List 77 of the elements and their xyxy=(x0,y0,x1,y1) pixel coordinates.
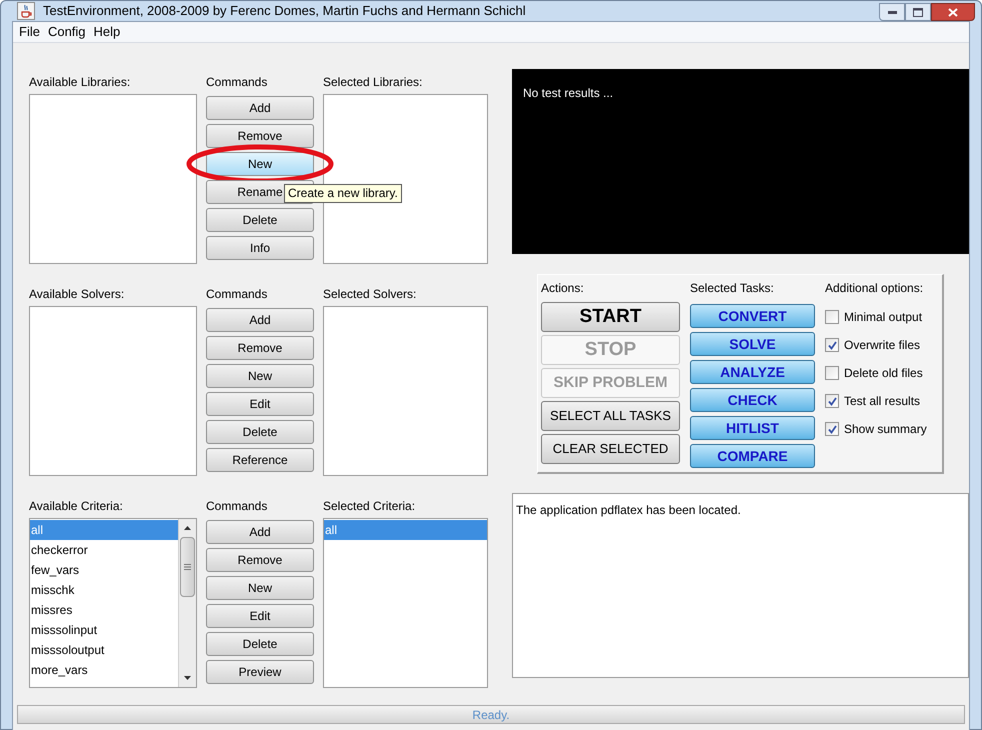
list-label: Available Criteria: xyxy=(29,498,124,514)
checkbox[interactable] xyxy=(825,422,839,436)
task-button[interactable]: HITLIST xyxy=(690,416,815,440)
actions-label: Actions: xyxy=(541,280,585,297)
action-button[interactable]: START xyxy=(541,302,680,332)
list-label: Selected Criteria: xyxy=(323,498,416,514)
options-label: Additional options: xyxy=(825,280,924,297)
list-label: Available Solvers: xyxy=(29,286,126,302)
command-button[interactable]: New xyxy=(206,576,314,600)
command-button[interactable]: New xyxy=(206,364,314,388)
action-button[interactable]: SELECT ALL TASKS xyxy=(541,401,680,431)
checkbox[interactable] xyxy=(825,310,839,324)
task-button[interactable]: CHECK xyxy=(690,388,815,412)
scroll-down-icon[interactable] xyxy=(184,676,191,680)
scroll-thumb[interactable] xyxy=(180,537,195,597)
close-icon xyxy=(948,8,958,16)
check-icon xyxy=(828,424,836,434)
command-button[interactable]: Delete xyxy=(206,632,314,656)
command-button[interactable]: Remove xyxy=(206,548,314,572)
command-button[interactable]: Add xyxy=(206,308,314,332)
list-item[interactable]: misssoloutput xyxy=(30,640,178,660)
list-item[interactable]: misssolinput xyxy=(30,620,178,640)
list-item[interactable]: misschk xyxy=(30,580,178,600)
close-button[interactable] xyxy=(931,3,975,21)
task-button[interactable]: SOLVE xyxy=(690,332,815,356)
checkbox-label: Overwrite files xyxy=(844,337,920,354)
command-button[interactable]: Edit xyxy=(206,604,314,628)
command-button[interactable]: Reference xyxy=(206,448,314,472)
maximize-button[interactable] xyxy=(905,3,931,21)
list-item[interactable]: missres xyxy=(30,600,178,620)
tasks-label: Selected Tasks: xyxy=(690,280,775,297)
command-button[interactable]: New xyxy=(206,152,314,176)
menu-item[interactable]: Config xyxy=(48,22,86,42)
command-button[interactable]: Add xyxy=(206,520,314,544)
action-button[interactable]: CLEAR SELECTED xyxy=(541,434,680,464)
list-item[interactable]: more_vars xyxy=(30,660,178,680)
commands-label: Commands xyxy=(206,74,268,90)
checkbox-label: Show summary xyxy=(844,421,927,438)
command-button[interactable]: Info xyxy=(206,236,314,260)
checkbox[interactable] xyxy=(825,366,839,380)
task-button[interactable]: ANALYZE xyxy=(690,360,815,384)
command-button[interactable]: Delete xyxy=(206,420,314,444)
checkbox[interactable] xyxy=(825,338,839,352)
menu-item[interactable]: File xyxy=(19,22,40,42)
window-title: TestEnvironment, 2008-2009 by Ferenc Domes, Martin Fuchs and Hermann Schichl xyxy=(43,2,526,20)
command-button[interactable]: Delete xyxy=(206,208,314,232)
commands-label: Commands xyxy=(206,286,268,302)
check-icon xyxy=(828,340,836,350)
command-button[interactable]: Preview xyxy=(206,660,314,684)
task-button[interactable]: CONVERT xyxy=(690,304,815,328)
command-button[interactable]: Remove xyxy=(206,336,314,360)
grip-icon xyxy=(184,564,191,570)
log-text: The application pdflatex has been located. xyxy=(516,503,741,517)
command-button[interactable]: Edit xyxy=(206,392,314,416)
scroll-up-icon[interactable] xyxy=(184,526,191,530)
command-button[interactable]: Remove xyxy=(206,124,314,148)
tooltip: Create a new library. xyxy=(284,184,402,203)
menu-item[interactable]: Help xyxy=(94,22,120,42)
checkbox-label: Delete old files xyxy=(844,365,923,382)
checkbox[interactable] xyxy=(825,394,839,408)
list-label: Selected Solvers: xyxy=(323,286,418,302)
commands-label: Commands xyxy=(206,498,268,514)
list-item[interactable]: few_vars xyxy=(30,560,178,580)
scrollbar[interactable] xyxy=(178,519,196,687)
checkbox-label: Test all results xyxy=(844,393,920,410)
minimize-icon xyxy=(888,10,896,14)
status-text: Ready. xyxy=(472,706,510,724)
maximize-icon xyxy=(913,8,923,16)
list-item[interactable]: checkerror xyxy=(30,540,178,560)
command-button[interactable]: Add xyxy=(206,96,314,120)
task-button[interactable]: COMPARE xyxy=(690,444,815,468)
list-label: Available Libraries: xyxy=(29,74,132,90)
results-text: No test results ... xyxy=(523,86,614,100)
checkbox-label: Minimal output xyxy=(844,309,922,326)
minimize-button[interactable] xyxy=(879,3,905,21)
check-icon xyxy=(828,396,836,406)
list-label: Selected Libraries: xyxy=(323,74,424,90)
